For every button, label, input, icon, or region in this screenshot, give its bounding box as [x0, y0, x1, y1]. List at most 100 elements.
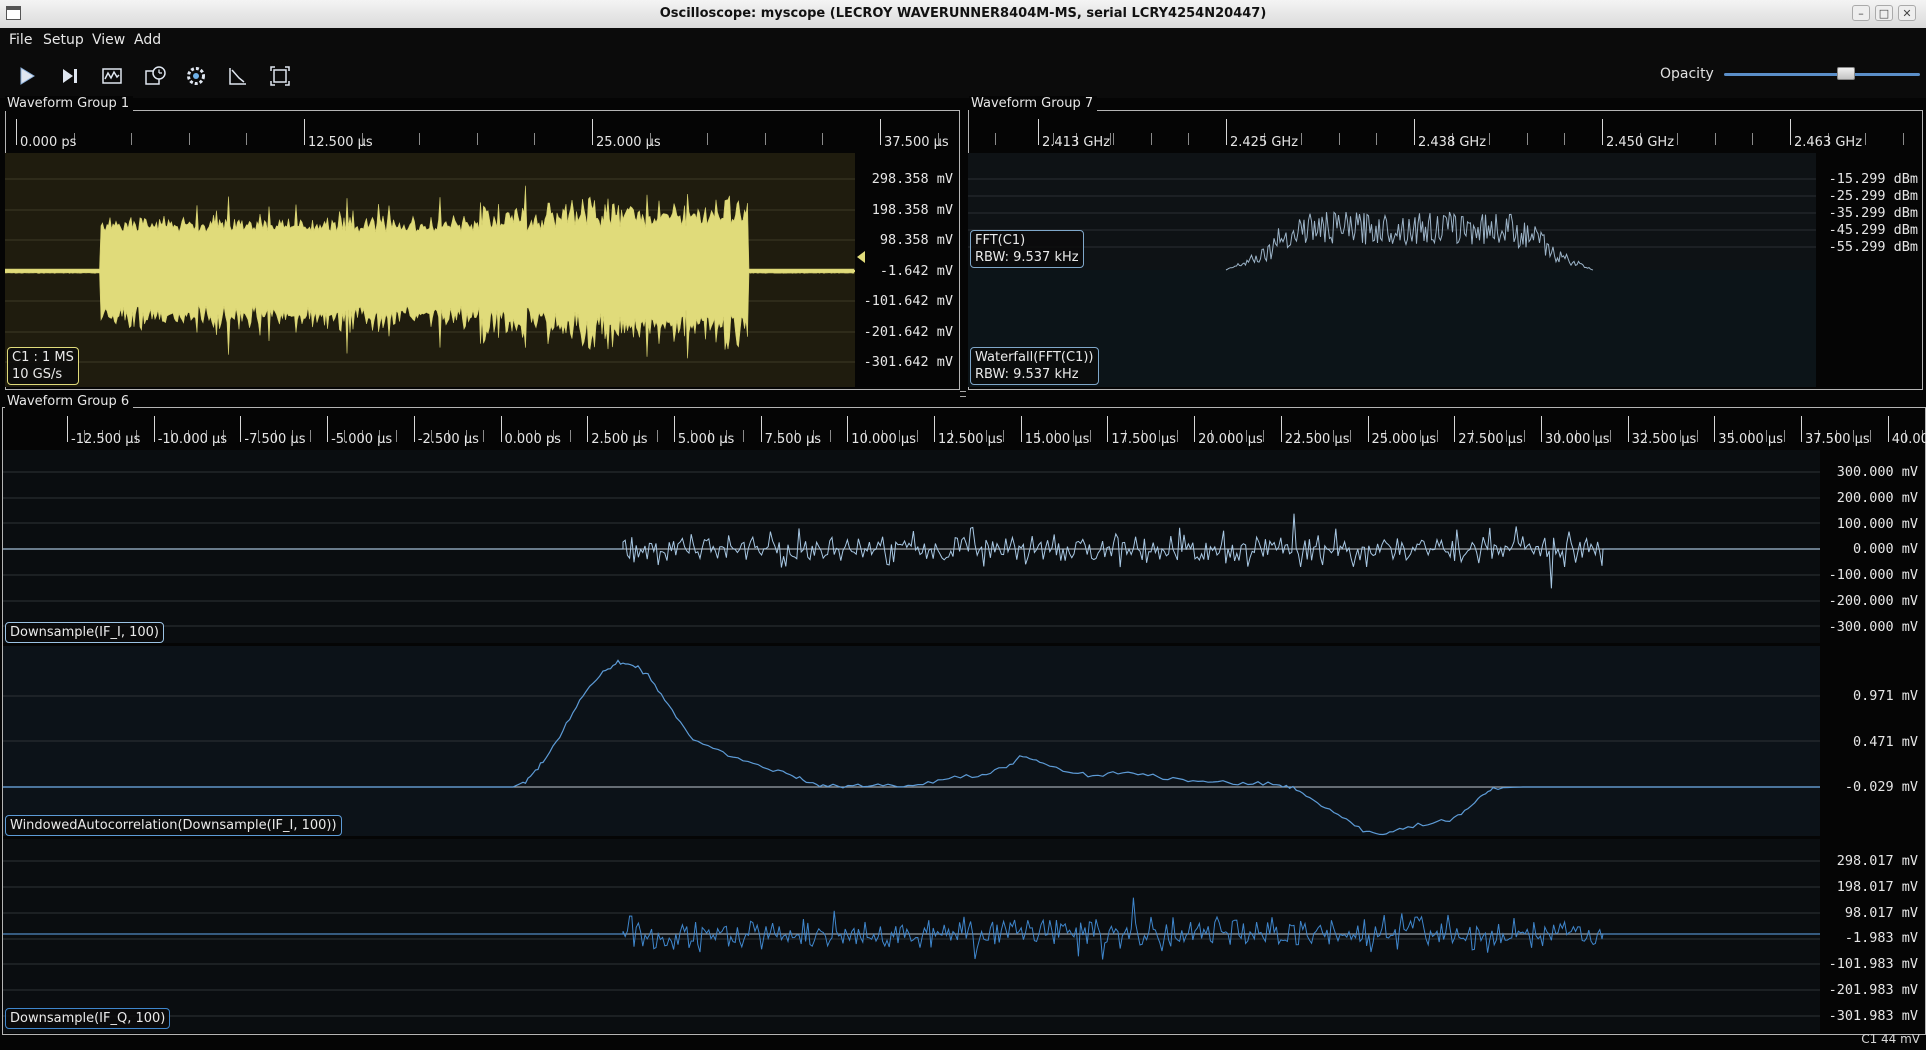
waterfall-badge[interactable]: Waterfall(FFT(C1)) RBW: 9.537 kHz [970, 347, 1099, 385]
clock-history-icon [145, 66, 166, 85]
fft-badge[interactable]: FFT(C1) RBW: 9.537 kHz [970, 230, 1084, 268]
minor-tick [534, 133, 536, 145]
time-tick-label: 20.000 μs [1198, 432, 1263, 447]
minimize-icon[interactable]: – [1852, 5, 1870, 21]
minor-tick [569, 430, 571, 442]
channel-name: C1 : 1 MS [12, 350, 74, 365]
major-tick [1714, 416, 1716, 442]
voltage-tick-label: 298.358 mV [871, 171, 953, 187]
time-tick-label: 10.000 μs [851, 432, 916, 447]
g1-plot-area[interactable] [5, 153, 855, 387]
sample-rate: 10 GS/s [12, 367, 63, 382]
channel-badge-c1[interactable]: C1 : 1 MS 10 GS/s [7, 347, 79, 385]
minor-tick [1677, 133, 1679, 145]
single-trigger-button[interactable] [53, 60, 87, 92]
major-tick [1790, 119, 1791, 145]
time-tick-label: 15.000 μs [1024, 432, 1090, 447]
history-button[interactable] [138, 60, 172, 92]
time-tick-label: 37.500 μs [884, 135, 949, 150]
minor-tick [419, 133, 421, 145]
pane1-tick-label: -300.000 mV [1828, 618, 1918, 635]
splitter-grip-icon [960, 391, 966, 397]
power-tick-label: -35.299 dBm [1828, 205, 1918, 221]
frequency-tick-label: 2.450 GHz [1606, 135, 1675, 150]
voltage-tick-label: -201.642 mV [863, 323, 953, 340]
major-tick [1194, 416, 1196, 442]
autoscale-button[interactable] [221, 60, 255, 92]
toolbar [0, 52, 1926, 98]
minor-tick [396, 430, 398, 442]
group-title: Waveform Group 7 [969, 96, 1098, 111]
major-tick [1454, 416, 1456, 442]
minor-tick [1696, 430, 1698, 442]
menu-view[interactable]: View [92, 32, 125, 48]
time-tick-label: -10.000 μs [157, 432, 228, 447]
menu-setup[interactable]: Setup [43, 32, 84, 48]
power-tick-label: -25.299 dBm [1828, 188, 1918, 204]
major-tick [1602, 119, 1603, 145]
time-tick-label: 32.500 μs [1631, 432, 1697, 447]
fft-name: FFT(C1) [975, 233, 1026, 248]
menu-file[interactable]: File [9, 32, 32, 48]
pane1-badge[interactable]: Downsample(IF_I, 100) [5, 622, 164, 643]
time-tick-label: 2.500 μs [591, 432, 648, 447]
time-tick-label: 35.000 μs [1718, 432, 1783, 447]
pane1-tick-label: 200.000 mV [1836, 489, 1918, 506]
group-title: Waveform Group 1 [5, 96, 134, 111]
voltage-tick-label: -301.642 mV [863, 354, 953, 370]
minor-tick [1610, 430, 1612, 442]
menu-add[interactable]: Add [134, 32, 161, 48]
minor-tick [309, 430, 311, 442]
opacity-slider-handle[interactable] [1836, 67, 1855, 80]
time-tick-label: -5.000 μs [331, 432, 393, 447]
minor-tick [1150, 133, 1152, 145]
pane1-tick-label: 0.000 mV [1852, 541, 1918, 558]
major-tick [592, 119, 593, 145]
minor-tick [1783, 430, 1785, 442]
time-tick-label: 22.500 μs [1284, 432, 1350, 447]
time-tick-label: 12.500 μs [938, 432, 1003, 447]
minor-tick [1090, 430, 1092, 442]
pane2-badge[interactable]: WindowedAutocorrelation(Downsample(IF_I,… [5, 815, 342, 836]
pane3-tick-label: 98.017 mV [1844, 904, 1918, 921]
major-tick [1038, 119, 1039, 145]
minor-tick [1902, 133, 1904, 145]
time-tick-label: 5.000 μs [677, 432, 735, 447]
horizontal-splitter[interactable] [0, 390, 1926, 397]
minor-tick [916, 430, 918, 442]
time-tick-label: -2.500 μs [417, 432, 479, 447]
minor-tick [1113, 133, 1115, 145]
opacity-slider[interactable] [1724, 66, 1920, 82]
run-button[interactable] [9, 60, 43, 92]
trigger-level-marker[interactable] [855, 251, 865, 263]
time-tick-label: 37.500 μs [1805, 432, 1870, 447]
g6-plot-area[interactable] [3, 450, 1820, 1033]
major-tick [1107, 416, 1109, 442]
pane3-tick-label: -201.983 mV [1828, 982, 1918, 998]
major-tick [880, 119, 881, 145]
voltage-tick-label: -101.642 mV [863, 293, 953, 309]
waterfall-name: Waterfall(FFT(C1)) [975, 350, 1094, 365]
minor-tick [131, 133, 133, 145]
power-tick-label: -45.299 dBm [1828, 222, 1918, 238]
major-tick [304, 119, 305, 145]
maximize-icon[interactable]: □ [1875, 5, 1893, 21]
time-tick-label: 30.000 μs [1544, 432, 1610, 447]
major-tick [1540, 416, 1542, 442]
major-tick [240, 416, 242, 442]
minor-tick [1263, 430, 1265, 442]
menu-bar: File Setup View Add [0, 28, 1926, 52]
step-icon [63, 69, 77, 83]
close-icon[interactable]: ✕ [1898, 5, 1916, 21]
minor-tick [483, 430, 485, 442]
major-tick [1280, 416, 1282, 442]
waveform-button[interactable] [95, 60, 129, 92]
pane3-background [3, 839, 1820, 1033]
fullscreen-button[interactable] [263, 60, 297, 92]
settings-button[interactable] [179, 60, 213, 92]
pane3-badge[interactable]: Downsample(IF_Q, 100) [5, 1008, 171, 1029]
voltage-tick-label: 98.358 mV [879, 232, 953, 248]
minor-tick [1564, 133, 1566, 145]
time-tick-label: 7.500 μs [764, 432, 821, 447]
pane1-tick-label: -200.000 mV [1828, 593, 1918, 609]
